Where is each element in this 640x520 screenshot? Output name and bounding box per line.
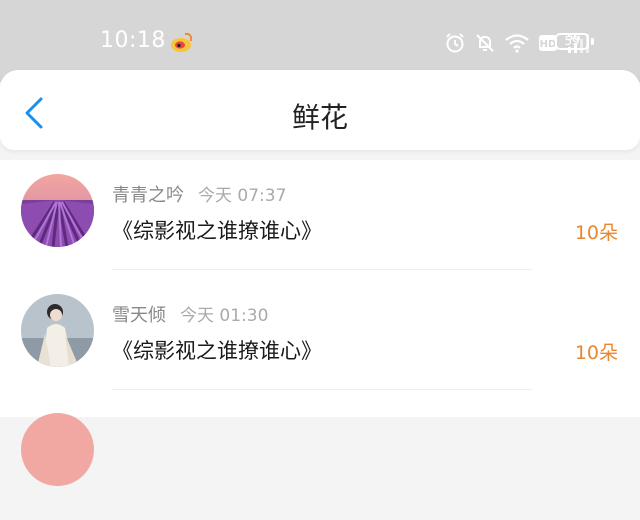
avatar[interactable] — [21, 413, 94, 486]
list-item[interactable]: 青青之吟 今天 07:37 《综影视之谁撩谁心》 10朵 — [0, 160, 640, 280]
user-name[interactable]: 青青之吟 — [112, 185, 184, 206]
flower-list: 青青之吟 今天 07:37 《综影视之谁撩谁心》 10朵 雪天倾 今天 01:30 … — [0, 160, 640, 486]
timestamp: 今天 07:37 — [198, 186, 287, 206]
battery-icon: 59 — [555, 33, 589, 50]
divider — [112, 389, 532, 390]
avatar[interactable] — [21, 174, 94, 247]
svg-text:HD: HD — [540, 39, 557, 50]
portrait-image — [21, 294, 94, 367]
page-title: 鲜花 — [291, 101, 348, 134]
nav-bar: 鲜花 — [0, 70, 640, 150]
flower-count: 10朵 — [574, 222, 618, 244]
user-name[interactable]: 雪天倾 — [112, 305, 166, 326]
work-title[interactable]: 《综影视之谁撩谁心》 — [112, 335, 322, 365]
weibo-icon — [171, 32, 193, 52]
user-line: 青青之吟 今天 07:37 — [112, 181, 286, 207]
status-time: 10:18 — [100, 28, 166, 53]
work-title[interactable]: 《综影视之谁撩谁心》 — [112, 215, 322, 245]
list-item[interactable]: 雪天倾 今天 01:30 《综影视之谁撩谁心》 10朵 — [0, 280, 640, 400]
timestamp: 今天 01:30 — [180, 306, 269, 326]
avatar[interactable] — [21, 294, 94, 367]
wifi-icon — [505, 34, 529, 53]
flower-count: 10朵 — [574, 342, 618, 364]
lavender-field-image — [21, 174, 94, 247]
mute-icon — [476, 34, 494, 52]
user-line: 雪天倾 今天 01:30 — [112, 301, 268, 327]
battery-level: 59 — [564, 34, 580, 48]
battery-tip — [591, 38, 594, 45]
list-item[interactable] — [0, 400, 640, 520]
divider — [112, 269, 532, 270]
alarm-icon — [446, 33, 464, 53]
